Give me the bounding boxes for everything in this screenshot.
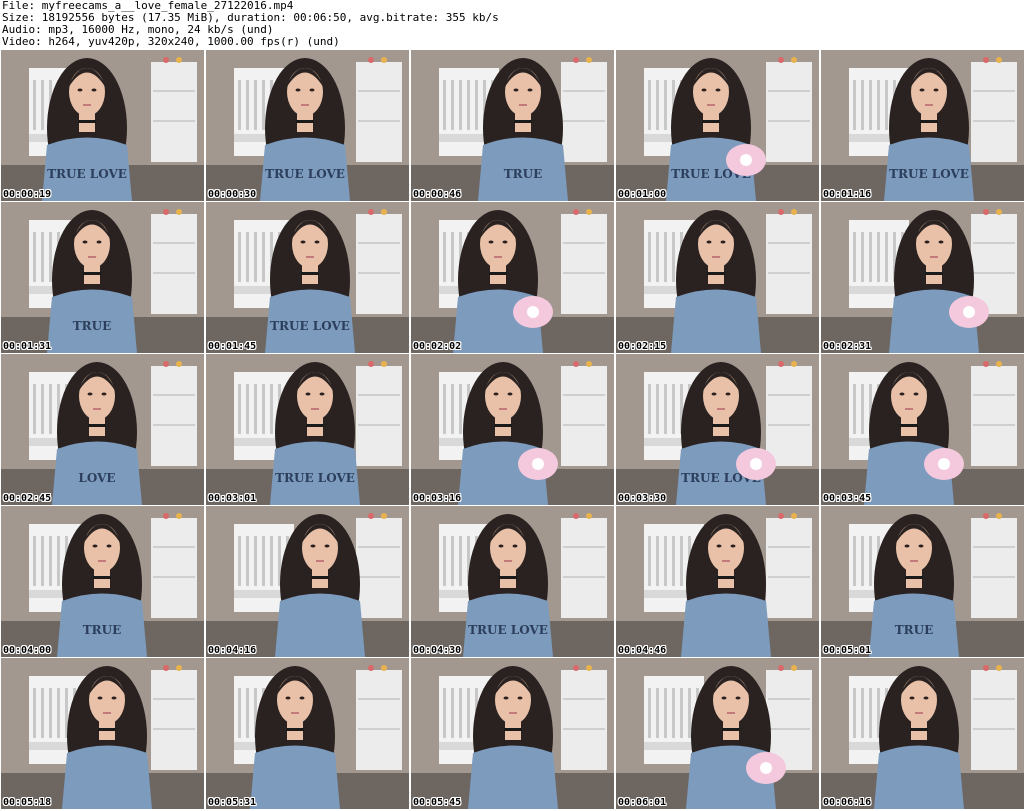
video-frame-thumbnail: 00:04:16 xyxy=(206,506,409,657)
shirt-text: TRUE LOVE xyxy=(265,167,345,181)
shirt-text: TRUE xyxy=(895,623,934,637)
video-frame-thumbnail: 00:06:16 xyxy=(821,658,1024,809)
frame-image: TRUE LOVE xyxy=(1,50,204,201)
frame-image xyxy=(821,202,1024,353)
frame-image xyxy=(411,658,614,809)
frame-image xyxy=(206,658,409,809)
frame-image: TRUE LOVE xyxy=(821,50,1024,201)
file-info-header: File: myfreecams_a__love_female_27122016… xyxy=(2,0,499,48)
video-frame-thumbnail: TRUE LOVE 00:03:01 xyxy=(206,354,409,505)
frame-timestamp: 00:05:45 xyxy=(413,797,462,808)
frame-image: TRUE xyxy=(821,506,1024,657)
shirt-text: TRUE xyxy=(83,623,122,637)
frame-image: TRUE xyxy=(1,202,204,353)
frame-image: TRUE LOVE xyxy=(206,354,409,505)
video-frame-thumbnail: 00:06:01 xyxy=(616,658,819,809)
frame-image xyxy=(411,202,614,353)
video-frame-thumbnail: LOVE 00:02:45 xyxy=(1,354,204,505)
frame-image xyxy=(206,506,409,657)
shirt-text: TRUE xyxy=(73,319,112,333)
frame-image: TRUE LOVE xyxy=(411,506,614,657)
frame-timestamp: 00:02:31 xyxy=(823,341,872,352)
frame-image: TRUE LOVE xyxy=(206,202,409,353)
frame-timestamp: 00:05:31 xyxy=(208,797,257,808)
thumbnail-grid: TRUE LOVE 00:00:19 TRUE LOVE 00:00:30 TRUE 00… xyxy=(0,50,1024,810)
frame-image xyxy=(616,506,819,657)
frame-image xyxy=(411,354,614,505)
frame-image: TRUE LOVE xyxy=(616,50,819,201)
video-frame-thumbnail: TRUE LOVE 00:01:16 xyxy=(821,50,1024,201)
frame-image: TRUE xyxy=(411,50,614,201)
frame-timestamp: 00:02:15 xyxy=(618,341,667,352)
video-frame-thumbnail: TRUE 00:05:01 xyxy=(821,506,1024,657)
frame-image: TRUE xyxy=(1,506,204,657)
frame-timestamp: 00:01:00 xyxy=(618,189,667,200)
video-frame-thumbnail: 00:03:45 xyxy=(821,354,1024,505)
video-frame-thumbnail: 00:05:31 xyxy=(206,658,409,809)
shirt-text: TRUE LOVE xyxy=(47,167,127,181)
frame-timestamp: 00:00:46 xyxy=(413,189,462,200)
frame-timestamp: 00:06:16 xyxy=(823,797,872,808)
frame-timestamp: 00:03:45 xyxy=(823,493,872,504)
shirt-text: LOVE xyxy=(78,471,115,485)
shirt-text: TRUE LOVE xyxy=(889,167,969,181)
frame-image: TRUE LOVE xyxy=(616,354,819,505)
frame-image xyxy=(1,658,204,809)
frame-timestamp: 00:05:01 xyxy=(823,645,872,656)
frame-timestamp: 00:04:46 xyxy=(618,645,667,656)
shirt-text: TRUE LOVE xyxy=(275,471,355,485)
video-frame-thumbnail: 00:04:46 xyxy=(616,506,819,657)
video-frame-thumbnail: TRUE 00:01:31 xyxy=(1,202,204,353)
frame-timestamp: 00:01:16 xyxy=(823,189,872,200)
frame-image xyxy=(821,658,1024,809)
shirt-text: TRUE xyxy=(504,167,543,181)
frame-image: LOVE xyxy=(1,354,204,505)
shirt-text: TRUE LOVE xyxy=(468,623,548,637)
frame-timestamp: 00:03:01 xyxy=(208,493,257,504)
video-info: Video: h264, yuv420p, 320x240, 1000.00 f… xyxy=(2,35,340,48)
video-frame-thumbnail: 00:02:31 xyxy=(821,202,1024,353)
video-frame-thumbnail: 00:03:16 xyxy=(411,354,614,505)
video-frame-thumbnail: TRUE 00:00:46 xyxy=(411,50,614,201)
frame-image xyxy=(616,658,819,809)
frame-timestamp: 00:03:16 xyxy=(413,493,462,504)
frame-timestamp: 00:00:19 xyxy=(3,189,52,200)
video-frame-thumbnail: TRUE 00:04:00 xyxy=(1,506,204,657)
shirt-text: TRUE LOVE xyxy=(270,319,350,333)
frame-timestamp: 00:01:45 xyxy=(208,341,257,352)
frame-timestamp: 00:04:00 xyxy=(3,645,52,656)
frame-timestamp: 00:05:18 xyxy=(3,797,52,808)
video-frame-thumbnail: TRUE LOVE 00:03:30 xyxy=(616,354,819,505)
video-frame-thumbnail: TRUE LOVE 00:01:45 xyxy=(206,202,409,353)
frame-timestamp: 00:06:01 xyxy=(618,797,667,808)
frame-timestamp: 00:04:30 xyxy=(413,645,462,656)
video-frame-thumbnail: TRUE LOVE 00:04:30 xyxy=(411,506,614,657)
frame-timestamp: 00:01:31 xyxy=(3,341,52,352)
video-frame-thumbnail: TRUE LOVE 00:00:19 xyxy=(1,50,204,201)
video-frame-thumbnail: 00:02:15 xyxy=(616,202,819,353)
video-frame-thumbnail: 00:05:45 xyxy=(411,658,614,809)
frame-timestamp: 00:03:30 xyxy=(618,493,667,504)
video-frame-thumbnail: TRUE LOVE 00:00:30 xyxy=(206,50,409,201)
video-frame-thumbnail: TRUE LOVE 00:01:00 xyxy=(616,50,819,201)
frame-timestamp: 00:02:02 xyxy=(413,341,462,352)
frame-image xyxy=(616,202,819,353)
frame-image: TRUE LOVE xyxy=(206,50,409,201)
frame-timestamp: 00:00:30 xyxy=(208,189,257,200)
video-frame-thumbnail: 00:05:18 xyxy=(1,658,204,809)
frame-timestamp: 00:04:16 xyxy=(208,645,257,656)
video-frame-thumbnail: 00:02:02 xyxy=(411,202,614,353)
frame-timestamp: 00:02:45 xyxy=(3,493,52,504)
frame-image xyxy=(821,354,1024,505)
